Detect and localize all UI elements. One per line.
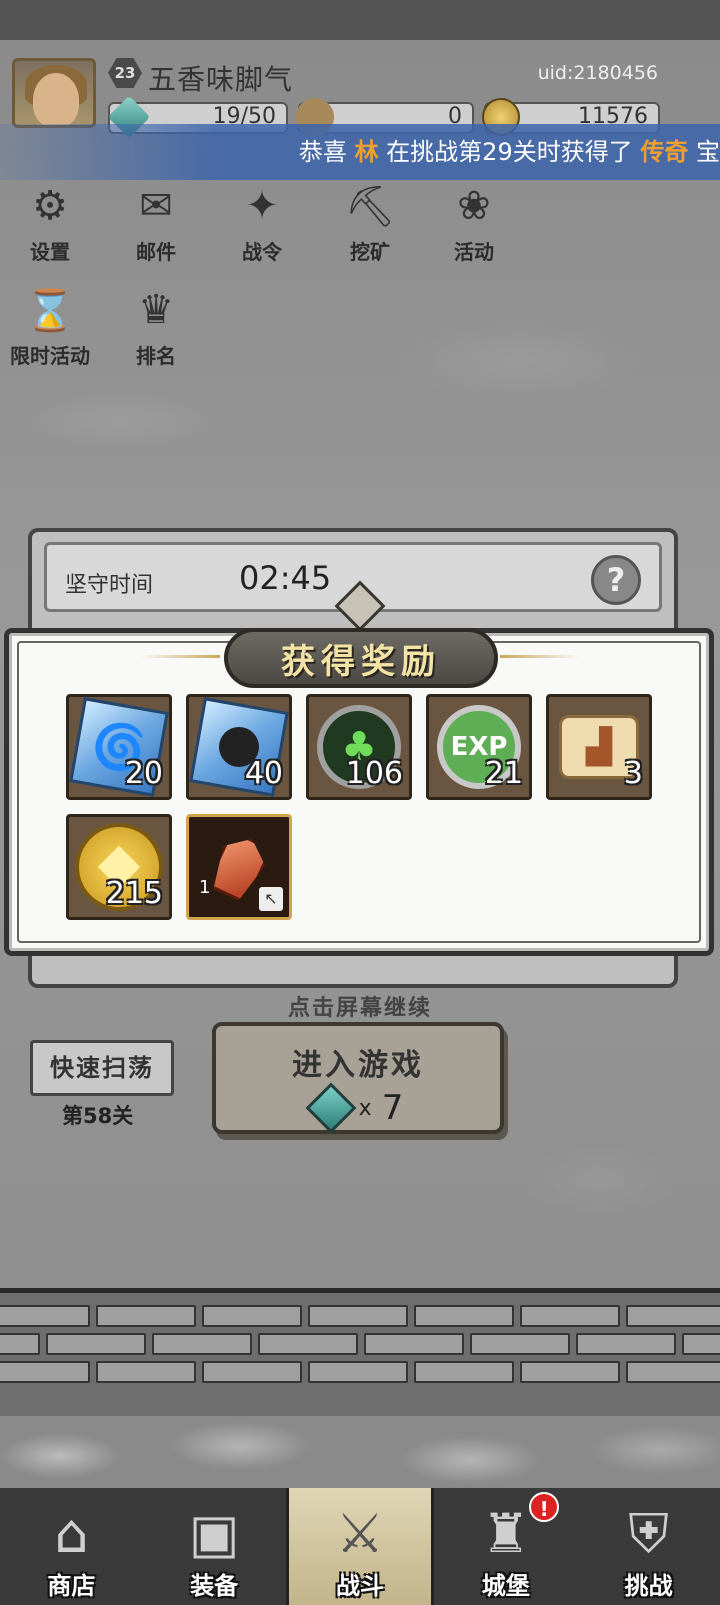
quick-sweep-button[interactable]: 快速扫荡	[30, 1040, 174, 1096]
bottom-nav: ⌂ 商店 ▣ 装备 ⚔ 战斗 ♜ 城堡 ! ⛨ 挑战	[0, 1488, 720, 1605]
castle-wall	[0, 1288, 720, 1416]
battle-pass-icon: ✦	[245, 183, 279, 229]
rubble-ground	[0, 1416, 720, 1488]
mining-button[interactable]: ⛏ 挖矿	[330, 178, 410, 265]
nav-label: 城堡	[481, 1572, 530, 1600]
status-strip	[0, 0, 720, 40]
nav-label: 战斗	[335, 1572, 384, 1600]
avatar-face	[33, 73, 79, 125]
defense-time-value: 02:45	[239, 559, 332, 597]
enter-game-label: 进入游戏	[292, 1048, 424, 1083]
reward-title-plate: 获得奖励	[224, 628, 498, 688]
reward-qty: 1	[199, 877, 211, 898]
reward-title: 获得奖励	[281, 641, 441, 682]
reward-item[interactable]: 215	[66, 814, 172, 920]
marquee-middle: 在挑战第29关时获得了	[386, 138, 633, 166]
mail-button[interactable]: ✉ 邮件	[116, 178, 196, 265]
broadcast-marquee: 恭喜 林 在挑战第29关时获得了 传奇 宝	[0, 124, 720, 180]
player-avatar[interactable]	[12, 58, 96, 128]
ranking-label: 排名	[136, 344, 176, 368]
nav-tab-shop[interactable]: ⌂ 商店	[0, 1488, 143, 1605]
reward-qty: 20	[124, 756, 163, 791]
shop-icon: ⌂	[54, 1502, 89, 1565]
nav-tab-equipment[interactable]: ▣ 装备	[143, 1488, 286, 1605]
mining-icon: ⛏	[344, 183, 396, 230]
battle-pass-label: 战令	[242, 240, 282, 264]
reward-qty: 21	[484, 756, 523, 791]
defense-time-label: 坚守时间	[65, 573, 154, 598]
reward-qty: 40	[244, 756, 283, 791]
stage-label: 第58关	[62, 1104, 134, 1128]
title-divider-left	[140, 655, 220, 658]
battle-pass-button[interactable]: ✦ 战令	[222, 178, 302, 265]
nav-label: 装备	[190, 1572, 239, 1600]
backpack-icon: ▣	[188, 1502, 240, 1565]
limited-event-button[interactable]: ⌛ 限时活动	[2, 282, 98, 369]
reward-item[interactable]: 40	[186, 694, 292, 800]
nav-label: 商店	[47, 1572, 96, 1600]
castle-icon: ♜	[481, 1502, 530, 1565]
limited-event-label: 限时活动	[10, 344, 90, 368]
marquee-suffix: 宝	[696, 138, 720, 166]
nav-tab-castle[interactable]: ♜ 城堡 !	[434, 1488, 577, 1605]
marquee-rarity: 传奇	[640, 138, 689, 166]
player-name: 五香味脚气	[148, 63, 294, 96]
marquee-player: 林	[354, 138, 379, 166]
nav-tab-challenge[interactable]: ⛨ 挑战	[577, 1488, 720, 1605]
reward-qty: 3	[623, 756, 643, 791]
reward-item[interactable]: ♣ 106	[306, 694, 412, 800]
shield-icon: ⛨	[628, 1502, 669, 1565]
title-divider-right	[500, 655, 580, 658]
ranking-button[interactable]: ♛ 排名	[116, 282, 196, 369]
settings-button[interactable]: ⚙ 设置	[10, 178, 90, 265]
enter-game-button[interactable]: 进入游戏 x 7	[212, 1022, 504, 1134]
tap-to-continue: 点击屏幕继续	[287, 996, 432, 1021]
enter-game-cost: x 7	[216, 1082, 500, 1134]
reward-qty: 106	[345, 756, 403, 791]
nav-tab-battle[interactable]: ⚔ 战斗	[285, 1488, 435, 1605]
mining-label: 挖矿	[350, 240, 390, 264]
mail-label: 邮件	[136, 240, 176, 264]
marquee-prefix: 恭喜	[298, 138, 347, 166]
event-label: 活动	[454, 240, 494, 264]
settings-label: 设置	[30, 240, 70, 264]
reward-item[interactable]: EXP 21	[426, 694, 532, 800]
event-button[interactable]: ❀ 活动	[434, 178, 514, 265]
help-button[interactable]: ?	[591, 555, 641, 605]
equipment-tag-icon: ↖	[259, 887, 283, 911]
cost-value: 7	[381, 1088, 404, 1128]
hourglass-icon: ⌛	[25, 287, 75, 334]
reward-item[interactable]: ▟ 3	[546, 694, 652, 800]
reward-item[interactable]: 1 ↖	[186, 814, 292, 920]
crossed-swords-icon: ⚔	[335, 1502, 385, 1565]
reward-item[interactable]: 🌀 20	[66, 694, 172, 800]
cost-multiplier: x	[358, 1095, 372, 1121]
gear-icon: ⚙	[32, 183, 68, 229]
notification-badge: !	[529, 1492, 560, 1522]
reward-qty: 215	[105, 876, 163, 911]
energy-icon	[305, 1082, 357, 1134]
nav-label: 挑战	[624, 1572, 673, 1600]
mail-icon: ✉	[139, 183, 173, 229]
event-icon: ❀	[457, 183, 491, 229]
uid-label: uid:2180456	[537, 62, 658, 84]
ranking-icon: ♛	[138, 287, 174, 333]
